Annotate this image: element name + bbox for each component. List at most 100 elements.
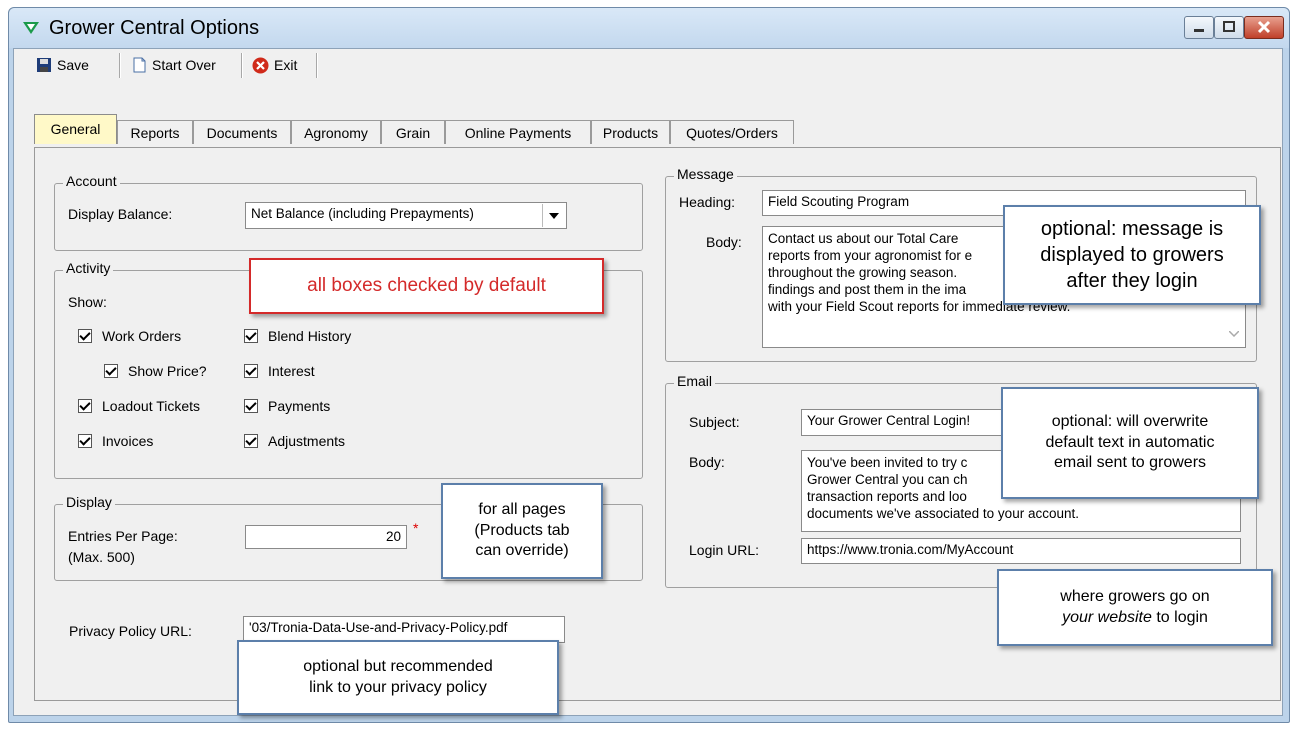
tab-quotes-orders[interactable]: Quotes/Orders: [670, 120, 794, 144]
exit-label: Exit: [274, 57, 298, 73]
work-orders-label: Work Orders: [102, 328, 182, 344]
close-button[interactable]: [1244, 16, 1284, 39]
email-legend: Email: [674, 373, 716, 389]
adjustments-checkbox[interactable]: Adjustments: [244, 433, 345, 449]
callout-line: link to your privacy policy: [309, 678, 487, 696]
required-marker: *: [413, 520, 419, 536]
blank-document-icon: [133, 57, 146, 73]
scroll-down-icon[interactable]: [1229, 331, 1239, 337]
payments-checkbox[interactable]: Payments: [244, 398, 330, 414]
tab-online-payments[interactable]: Online Payments: [445, 120, 591, 144]
checkmark-icon: [104, 364, 118, 378]
display-balance-label: Display Balance:: [68, 206, 173, 222]
work-orders-checkbox[interactable]: Work Orders: [78, 328, 181, 344]
message-callout: optional: message is displayed to grower…: [1003, 205, 1261, 305]
checkmark-icon: [244, 434, 258, 448]
invoices-checkbox[interactable]: Invoices: [78, 433, 153, 449]
checkmark-icon: [78, 434, 92, 448]
payments-label: Payments: [268, 398, 331, 414]
start-over-label: Start Over: [152, 57, 216, 73]
email-body-line: documents we've associated to your accou…: [807, 506, 1079, 521]
callout-line: after they login: [1066, 270, 1198, 292]
email-callout: optional: will overwrite default text in…: [1001, 387, 1259, 499]
callout-emphasis: your website: [1062, 608, 1152, 626]
loadout-tickets-checkbox[interactable]: Loadout Tickets: [78, 398, 200, 414]
app-logo-icon: [23, 22, 39, 34]
entries-per-page-label: Entries Per Page:: [68, 528, 178, 544]
exit-icon: [252, 57, 269, 73]
privacy-policy-label: Privacy Policy URL:: [69, 623, 192, 639]
close-icon: [1257, 20, 1271, 34]
display-balance-select[interactable]: Net Balance (including Prepayments): [245, 202, 567, 229]
email-body-label: Body:: [689, 454, 725, 470]
defaults-callout: all boxes checked by default: [249, 258, 604, 314]
show-label: Show:: [68, 294, 107, 310]
chevron-down-icon[interactable]: [542, 204, 565, 227]
display-balance-value: Net Balance (including Prepayments): [251, 206, 474, 221]
tab-grain[interactable]: Grain: [381, 120, 445, 144]
callout-line: optional: will overwrite: [1051, 412, 1209, 430]
checkmark-icon: [244, 399, 258, 413]
callout-line: for all pages: [478, 500, 566, 518]
callout-line: default text in automatic: [1045, 433, 1215, 451]
checkmark-icon: [78, 399, 92, 413]
subject-label: Subject:: [689, 414, 740, 430]
tab-products[interactable]: Products: [591, 120, 670, 144]
callout-line: can override): [475, 542, 569, 560]
start-over-button[interactable]: Start Over: [131, 53, 216, 77]
account-legend: Account: [63, 173, 120, 189]
callout-line: where growers go on: [1060, 587, 1210, 605]
all-pages-callout: for all pages (Products tab can override…: [441, 483, 603, 579]
title-bar: Grower Central Options: [9, 8, 1289, 48]
toolbar-separator: [119, 53, 121, 78]
checkmark-icon: [78, 329, 92, 343]
loadout-tickets-label: Loadout Tickets: [102, 398, 201, 414]
defaults-callout-text: all boxes checked by default: [307, 274, 546, 296]
invoices-label: Invoices: [102, 433, 154, 449]
max-entries-label: (Max. 500): [68, 549, 135, 565]
toolbar: Save Start Over Exit: [14, 49, 324, 81]
toolbar-separator: [241, 53, 243, 78]
toolbar-separator: [316, 53, 318, 78]
message-legend: Message: [674, 166, 737, 182]
login-callout: where growers go on your website to logi…: [997, 569, 1273, 646]
privacy-callout: optional but recommended link to your pr…: [237, 640, 559, 715]
heading-label: Heading:: [679, 194, 736, 210]
callout-line: (Products tab: [474, 521, 570, 539]
maximize-button[interactable]: [1214, 16, 1244, 39]
callout-line: email sent to growers: [1053, 454, 1207, 472]
login-url-input[interactable]: https://www.tronia.com/MyAccount: [801, 538, 1241, 564]
exit-button[interactable]: Exit: [252, 53, 297, 77]
interest-checkbox[interactable]: Interest: [244, 363, 315, 379]
minimize-icon: [1194, 29, 1204, 32]
tab-panel-general: Account Display Balance: Net Balance (in…: [34, 147, 1281, 715]
adjustments-label: Adjustments: [268, 433, 346, 449]
blend-history-label: Blend History: [268, 328, 352, 344]
account-group: Account Display Balance: Net Balance (in…: [54, 173, 643, 251]
callout-line: to login: [1156, 608, 1208, 626]
callout-line: optional but recommended: [303, 657, 493, 675]
show-price-checkbox[interactable]: Show Price?: [104, 363, 207, 379]
window-title: Grower Central Options: [49, 17, 260, 39]
minimize-button[interactable]: [1184, 16, 1214, 39]
callout-line: optional: message is: [1040, 218, 1224, 240]
blend-history-checkbox[interactable]: Blend History: [244, 328, 351, 344]
privacy-policy-url-input[interactable]: '03/Tronia-Data-Use-and-Privacy-Policy.p…: [243, 616, 565, 643]
save-label: Save: [57, 57, 89, 73]
maximize-icon: [1223, 21, 1235, 32]
message-body-label: Body:: [706, 234, 742, 250]
display-legend: Display: [63, 494, 115, 510]
entries-per-page-input[interactable]: 20: [245, 525, 407, 549]
tab-general[interactable]: General: [34, 114, 117, 144]
show-price-label: Show Price?: [128, 363, 207, 379]
callout-line: displayed to growers: [1040, 244, 1224, 266]
tab-agronomy[interactable]: Agronomy: [291, 120, 381, 144]
tab-documents[interactable]: Documents: [193, 120, 291, 144]
save-button[interactable]: Save: [36, 53, 89, 77]
tab-reports[interactable]: Reports: [117, 120, 193, 144]
save-icon: [37, 58, 51, 72]
interest-label: Interest: [268, 363, 315, 379]
checkmark-icon: [244, 364, 258, 378]
activity-legend: Activity: [63, 260, 114, 276]
login-url-label: Login URL:: [689, 542, 760, 558]
